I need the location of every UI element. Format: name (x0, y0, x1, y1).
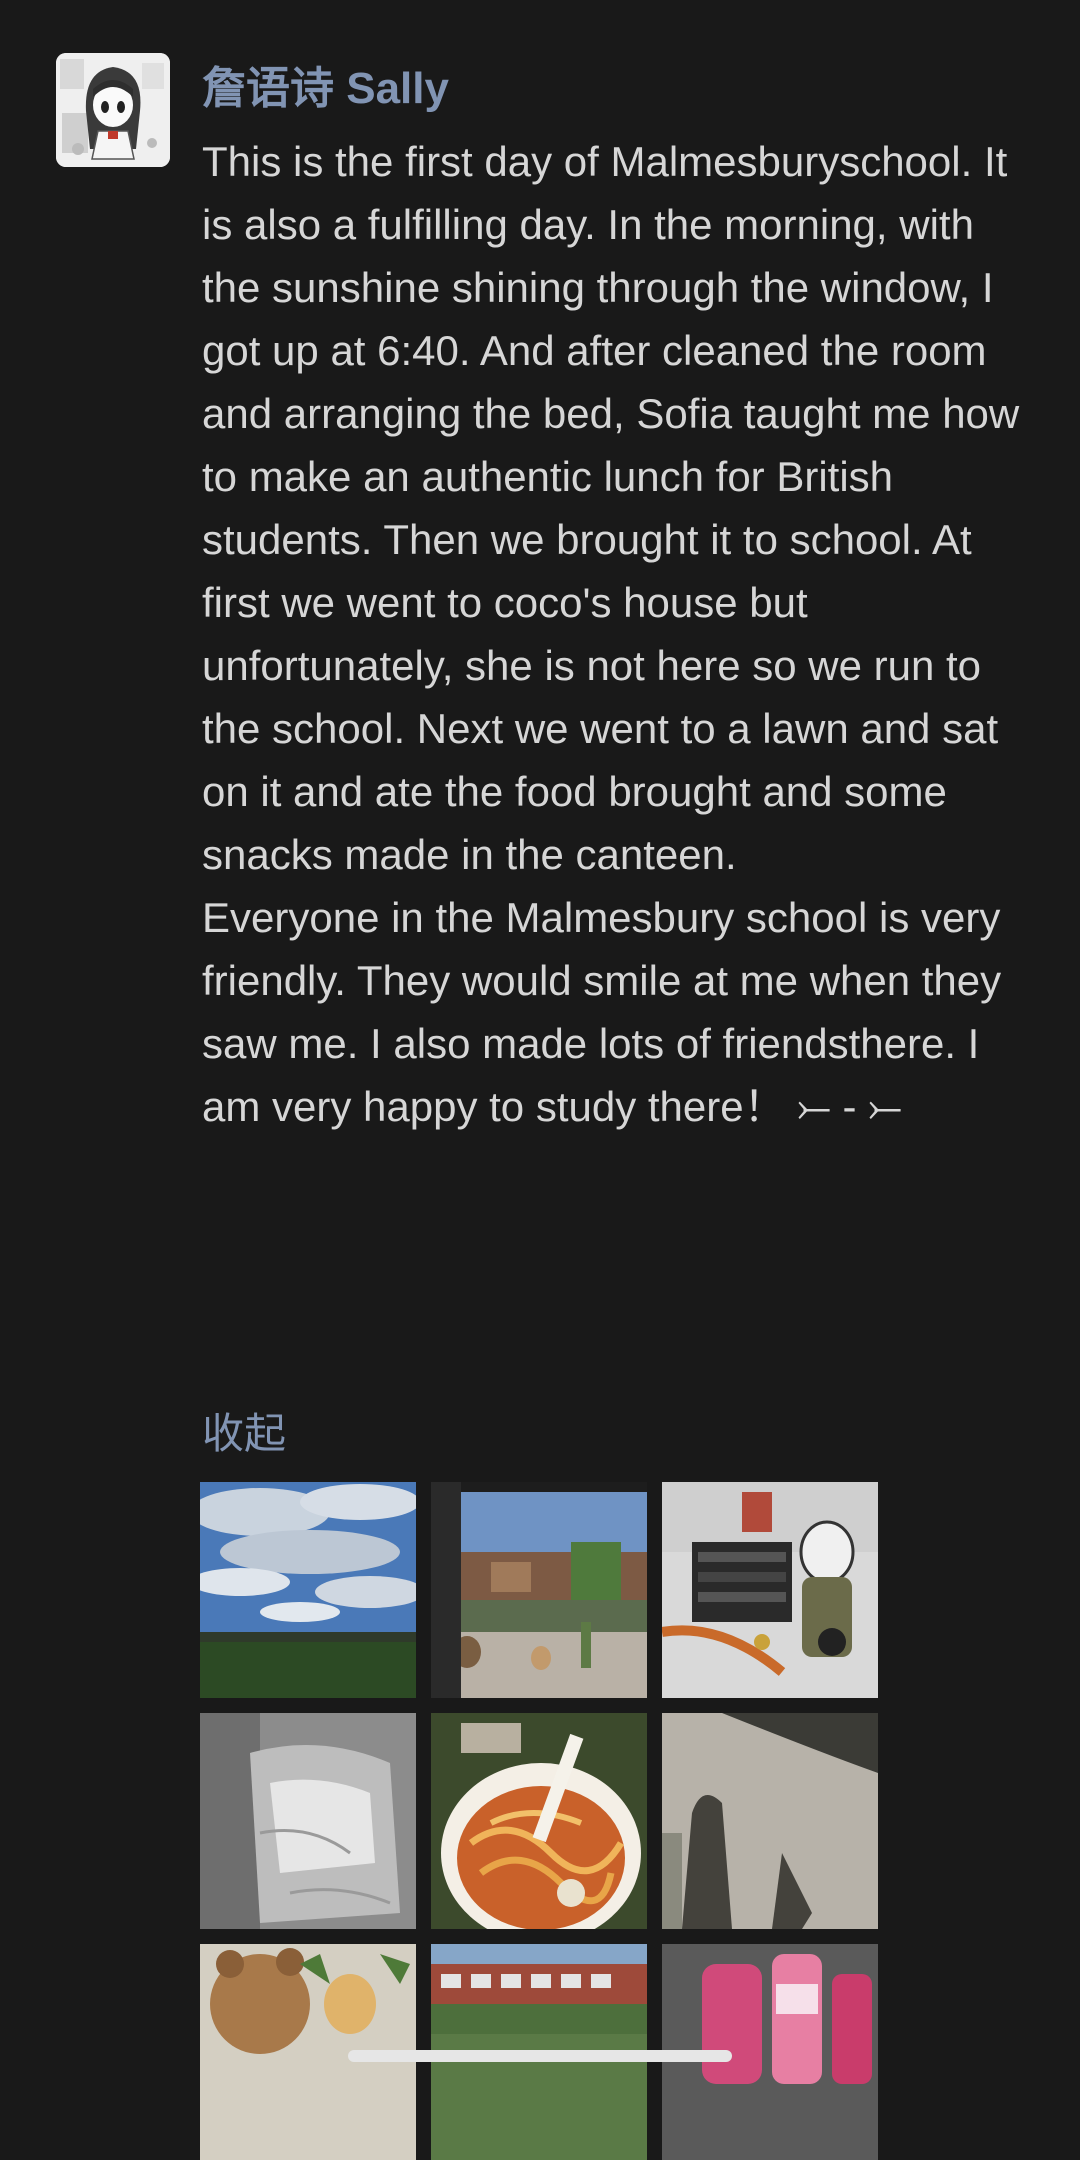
post-paragraph: Everyone in the Malmesbury school is ver… (202, 894, 1013, 1130)
post-paragraph: This is the first day of Malmesburyschoo… (202, 138, 1031, 878)
home-indicator[interactable] (348, 2050, 732, 2062)
photo-bedsheet[interactable] (200, 1713, 416, 1929)
moment-post: 詹语诗 Sally This is the first day of Malme… (0, 0, 1080, 2160)
avatar-image (56, 53, 170, 167)
avatar[interactable] (56, 53, 170, 167)
photo-sky-field[interactable] (200, 1482, 416, 1698)
photo-pasta-bowl[interactable] (431, 1713, 647, 1929)
author-name[interactable]: 詹语诗 Sally (202, 52, 449, 116)
post-text: This is the first day of Malmesburyschoo… (202, 130, 1042, 1138)
photo-window-view[interactable] (431, 1482, 647, 1698)
photo-shadow-pavement[interactable] (662, 1713, 878, 1929)
photo-desk-items[interactable] (662, 1482, 878, 1698)
collapse-link[interactable]: 收起 (202, 1400, 286, 1461)
